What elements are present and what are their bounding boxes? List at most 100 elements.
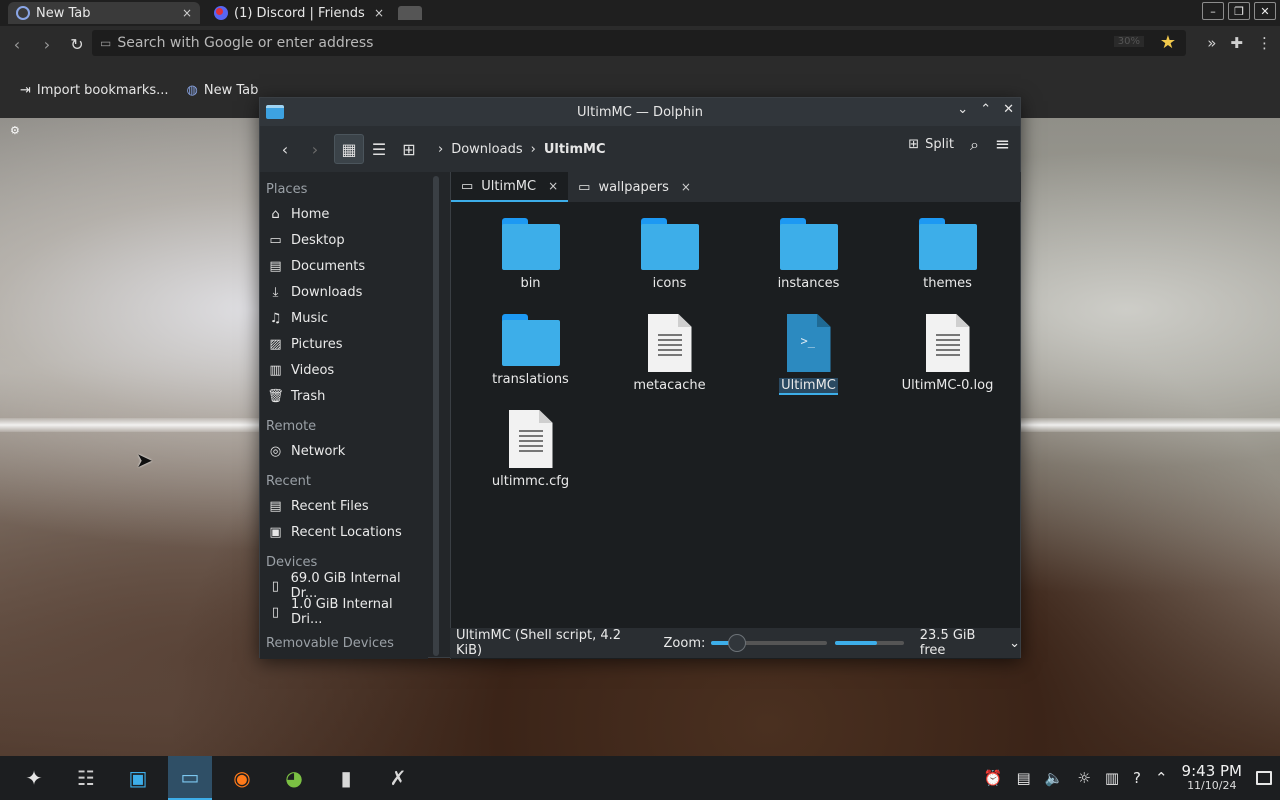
bookmark-import[interactable]: ⇥ Import bookmarks... (20, 83, 169, 98)
forward-icon[interactable]: › (34, 35, 60, 54)
place-documents[interactable]: ▤ Documents (260, 253, 428, 279)
place-recent-locations[interactable]: ▣ Recent Locations (260, 519, 428, 545)
zoom-slider-handle[interactable] (727, 634, 746, 652)
icons-view-icon[interactable]: ▦ (334, 134, 364, 164)
folder-icon (779, 218, 838, 270)
menu-icon[interactable]: ⋮ (1257, 34, 1272, 52)
tab-close-icon[interactable]: × (548, 179, 558, 193)
show-desktop-icon[interactable] (1256, 771, 1272, 785)
clock[interactable]: 9:43 PM 11/10/24 (1182, 764, 1242, 792)
bookmark-star-icon[interactable]: ★ (1160, 32, 1176, 53)
app-launcher-icon[interactable]: ✦ (12, 756, 56, 800)
minimize-button[interactable]: ⌄ (957, 102, 968, 117)
minecraft-launcher-icon[interactable]: ◕ (272, 756, 316, 800)
chevron-down-icon: ⌄ (1009, 635, 1020, 651)
volume-icon[interactable]: 🔈 (1045, 769, 1064, 787)
place-pictures[interactable]: ▨ Pictures (260, 331, 428, 357)
help-icon[interactable]: ? (1133, 769, 1141, 787)
folder-tab-icon: ▭ (578, 179, 591, 195)
documents-icon: ▤ (269, 258, 282, 274)
place-label: Music (291, 310, 328, 326)
place-label: Videos (291, 362, 335, 378)
clipboard-icon[interactable]: ▤ (1016, 769, 1030, 787)
maximize-button[interactable]: ❐ (1228, 2, 1250, 20)
tab-wallpapers[interactable]: ▭ wallpapers × (568, 172, 701, 202)
maximize-button[interactable]: ⌃ (980, 102, 991, 117)
file-item-icons[interactable]: icons (600, 214, 739, 310)
free-space-bar (834, 641, 904, 645)
tray-expand-chevron-icon[interactable]: ⌃ (1155, 769, 1168, 787)
brightness-icon[interactable]: ☼ (1077, 769, 1090, 787)
discover-store-icon[interactable]: ▣ (116, 756, 160, 800)
close-button[interactable]: ✕ (1003, 102, 1014, 117)
browser-tab-discord[interactable]: (1) Discord | Friends × (206, 2, 392, 24)
place-recent-files[interactable]: ▤ Recent Files (260, 493, 428, 519)
desktop-settings-icon[interactable]: ⚙ (10, 124, 20, 137)
system-settings-icon[interactable]: ☷ (64, 756, 108, 800)
firefox-taskbar-icon[interactable]: ◉ (220, 756, 264, 800)
forward-icon[interactable]: › (300, 134, 330, 164)
file-item-bin[interactable]: bin (461, 214, 600, 310)
file-item-ultimmc[interactable]: >_ UltimMC (739, 310, 878, 406)
places-scrollbar[interactable] (433, 176, 439, 656)
home-icon: ⌂ (271, 206, 280, 222)
place-trash[interactable]: 🗑 Trash (260, 383, 428, 409)
place-label: Documents (291, 258, 366, 274)
remote-heading: Remote (266, 419, 317, 434)
terminal-icon[interactable]: ▮ (324, 756, 368, 800)
hamburger-menu-icon[interactable]: ≡ (995, 134, 1010, 155)
reload-icon[interactable]: ↻ (64, 35, 90, 54)
browser-tab-new-tab[interactable]: New Tab × (8, 2, 200, 24)
alarm-icon[interactable]: ⏰ (984, 769, 1003, 787)
extensions-icon[interactable]: ✚ (1230, 34, 1243, 52)
details-view-icon[interactable]: ⊞ (394, 134, 424, 164)
folder-icon (640, 218, 699, 270)
split-button[interactable]: ⊞ Split (908, 137, 954, 152)
minimize-button[interactable]: – (1202, 2, 1224, 20)
split-label: Split (925, 137, 954, 152)
search-icon[interactable]: ⌕ (970, 135, 979, 155)
bookmark-new-tab[interactable]: ◍ New Tab (187, 83, 259, 98)
breadcrumb-current[interactable]: UltimMC (544, 142, 606, 157)
device-internal-drive-2[interactable]: ▯ 1.0 GiB Internal Dri... (260, 597, 428, 627)
file-item-metacache[interactable]: metacache (600, 310, 739, 406)
place-home[interactable]: ⌂ Home (260, 201, 428, 227)
file-name: translations (492, 372, 569, 387)
file-item-instances[interactable]: instances (739, 214, 878, 310)
place-network[interactable]: ◎ Network (260, 438, 428, 464)
file-item-themes[interactable]: themes (878, 214, 1017, 310)
compact-view-icon[interactable]: ☰ (364, 134, 394, 164)
file-item-ultimmc-log[interactable]: UltimMC-0.log (878, 310, 1017, 406)
file-item-ultimmc-cfg[interactable]: ultimmc.cfg (461, 406, 600, 502)
zoom-indicator[interactable]: 30% (1113, 36, 1144, 47)
tab-label: wallpapers (598, 179, 669, 195)
tab-close-icon[interactable]: × (681, 180, 691, 194)
place-label: Trash (291, 388, 326, 404)
tab-ultimmc[interactable]: ▭ UltimMC × (451, 172, 569, 202)
free-space-button[interactable]: 23.5 GiB free ⌄ (920, 628, 1020, 658)
dolphin-titlebar[interactable]: UltimMC — Dolphin ⌄ ⌃ ✕ (260, 98, 1020, 126)
overflow-chevron-icon[interactable]: » (1207, 34, 1216, 52)
removable-heading: Removable Devices (266, 636, 394, 651)
back-icon[interactable]: ‹ (270, 134, 300, 164)
text-document-icon (508, 410, 553, 468)
place-videos[interactable]: ▥ Videos (260, 357, 428, 383)
place-music[interactable]: ♫ Music (260, 305, 428, 331)
address-bar[interactable]: ▭ Search with Google or enter address 30… (92, 30, 1186, 56)
zoom-slider[interactable] (711, 634, 827, 652)
chevron-right-icon: › (530, 141, 536, 157)
recent-heading: Recent (266, 474, 311, 489)
dolphin-taskbar-icon[interactable]: ▭ (168, 756, 212, 800)
back-icon[interactable]: ‹ (4, 35, 30, 54)
breadcrumb-downloads[interactable]: Downloads (451, 142, 522, 157)
file-item-translations[interactable]: translations (461, 310, 600, 406)
storage-icon[interactable]: ▥ (1105, 769, 1119, 787)
place-desktop[interactable]: ▭ Desktop (260, 227, 428, 253)
place-downloads[interactable]: ⤓ Downloads (260, 279, 428, 305)
close-button[interactable]: ✕ (1254, 2, 1276, 20)
x-app-icon[interactable]: ✗ (376, 756, 420, 800)
new-tab-button[interactable] (398, 6, 422, 20)
tab-close-icon[interactable]: × (182, 6, 192, 20)
tab-close-icon[interactable]: × (374, 6, 384, 20)
videos-icon: ▥ (269, 362, 282, 378)
